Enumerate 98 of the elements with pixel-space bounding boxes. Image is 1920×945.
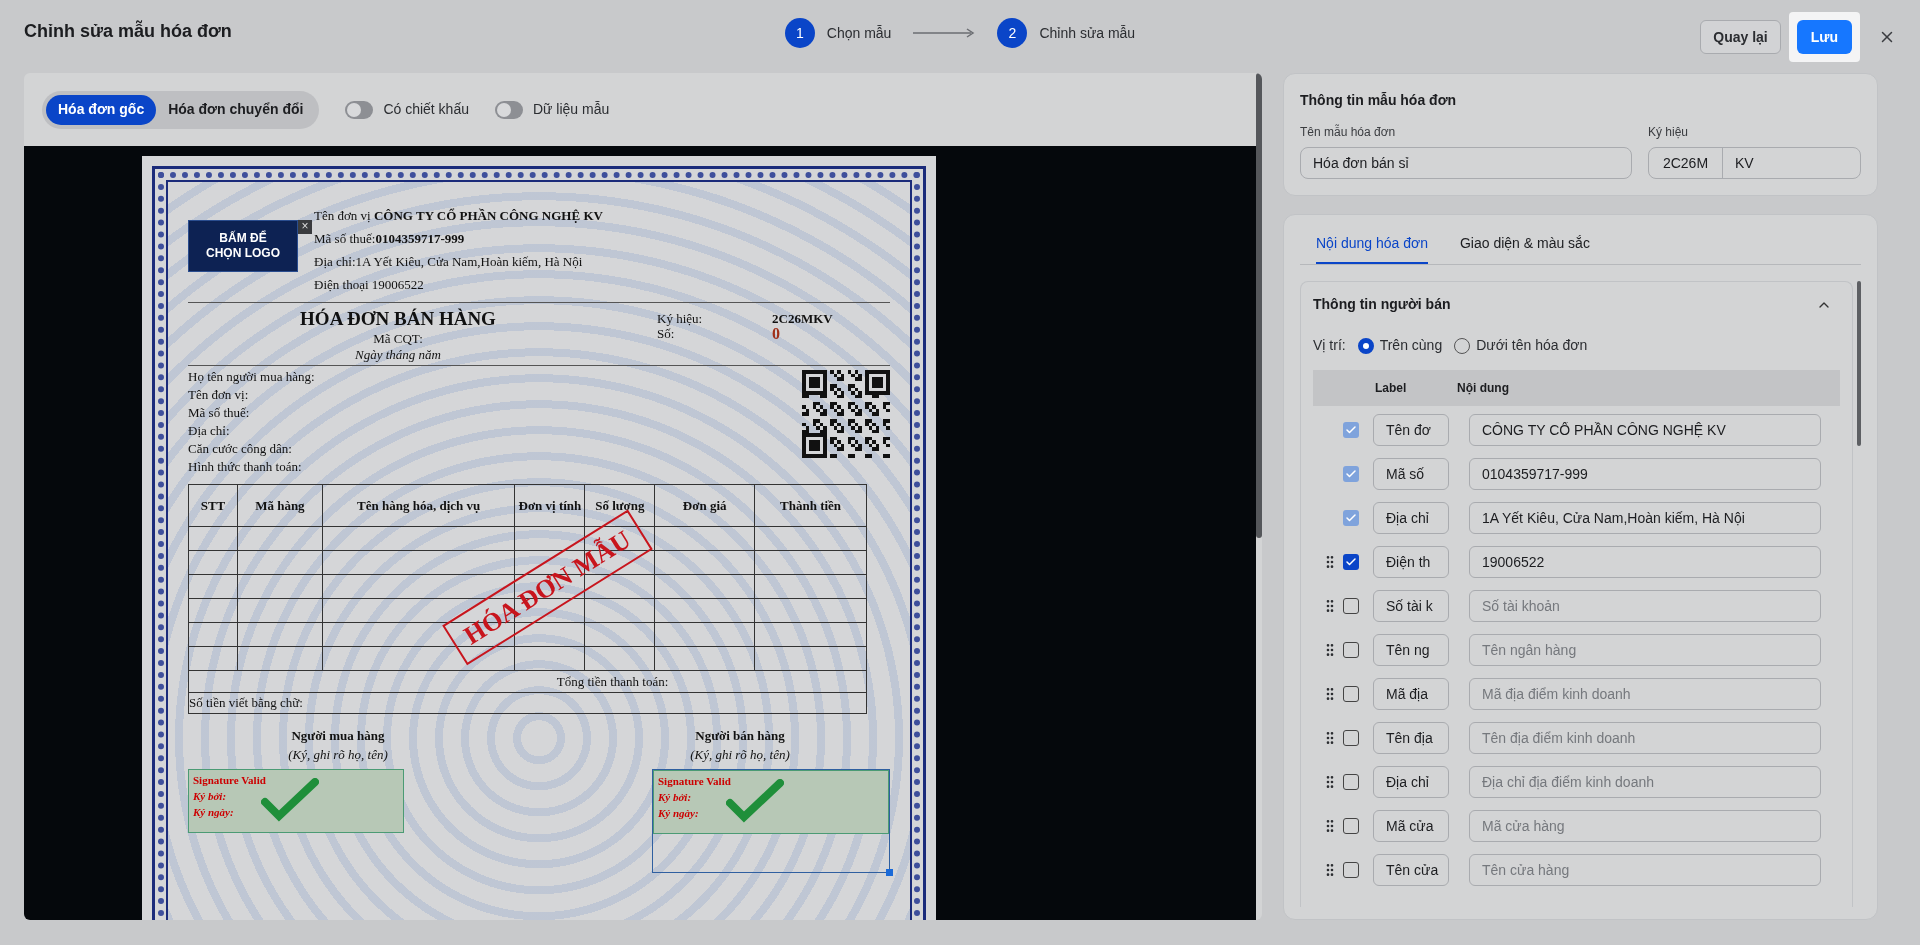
- checkbox[interactable]: [1343, 862, 1359, 878]
- buyer-info-line: Tên đơn vị:: [188, 386, 249, 404]
- symbol-value: 2C26MKV: [772, 311, 833, 326]
- checkbox[interactable]: [1343, 554, 1359, 570]
- content-field[interactable]: Tên địa điểm kinh doanh: [1469, 722, 1821, 754]
- checkbox[interactable]: [1343, 598, 1359, 614]
- checkmark-icon: [1345, 468, 1357, 480]
- toggle-label: Dữ liệu mẫu: [533, 100, 610, 119]
- checkbox[interactable]: [1343, 818, 1359, 834]
- label-field[interactable]: Số tài k: [1373, 590, 1449, 622]
- content-field[interactable]: Tên ngân hàng: [1469, 634, 1821, 666]
- tab[interactable]: Hóa đơn gốc: [46, 94, 157, 125]
- buyer-info-line: Mã số thuế:: [188, 404, 250, 422]
- column-header: Số lượng: [584, 484, 655, 527]
- toggle-label: Có chiết khấu: [383, 100, 469, 119]
- checkmark-icon: [1345, 424, 1357, 436]
- number-label: Số:: [657, 326, 676, 341]
- toggle-switch[interactable]: [495, 100, 523, 119]
- field-label: Ký hiệu: [1648, 124, 1689, 141]
- step-number: 1: [784, 18, 815, 48]
- column-header: Đơn vị tính: [514, 484, 585, 527]
- template-name-field[interactable]: Hóa đơn bán sỉ: [1300, 147, 1632, 179]
- signature-status: Signature Valid: [658, 773, 731, 789]
- checkbox[interactable]: [1343, 686, 1359, 702]
- total-label: Tổng tiền thanh toán:: [556, 673, 669, 689]
- label-field[interactable]: Tên ng: [1373, 634, 1449, 666]
- column-header: Label: [1375, 380, 1408, 397]
- signature-note: (Ký, ghi rõ họ, tên): [690, 746, 790, 764]
- amount-in-words-label: Số tiền viết bằng chữ:: [189, 695, 303, 710]
- column-header: Mã hàng: [237, 484, 323, 527]
- checkbox[interactable]: [1343, 642, 1359, 658]
- symbol-suffix: KV: [1734, 153, 1755, 173]
- position-label: Vị trí:: [1313, 336, 1346, 355]
- content-field[interactable]: Mã địa điểm kinh doanh: [1469, 678, 1821, 710]
- symbol-field[interactable]: 2C26M KV: [1648, 147, 1861, 179]
- tab[interactable]: Nội dung hóa đơn: [1316, 233, 1428, 264]
- symbol-prefix: 2C26M: [1649, 148, 1723, 178]
- checkbox[interactable]: [1343, 774, 1359, 790]
- signature-title: Người mua hàng: [291, 726, 385, 745]
- label-field[interactable]: Tên cửa: [1373, 854, 1449, 886]
- step-label: Chọn mẫu: [826, 23, 892, 43]
- seller-info-line: Tên đơn vị CÔNG TY CỔ PHẦN CÔNG NGHỆ KV: [314, 207, 603, 225]
- buyer-info-line: Hình thức thanh toán:: [188, 458, 302, 476]
- symbol-label: Ký hiệu:: [657, 311, 704, 326]
- signed-by-label: Ký bởi:: [193, 788, 227, 804]
- resize-handle[interactable]: [886, 868, 893, 876]
- step-label: Chỉnh sửa mẫu: [1039, 23, 1136, 43]
- radio-option[interactable]: Dưới tên hóa đơn: [1454, 335, 1588, 356]
- content-field[interactable]: Tên cửa hàng: [1469, 854, 1821, 886]
- label-field[interactable]: Tên địa: [1373, 722, 1449, 754]
- content-field[interactable]: 19006522: [1469, 546, 1821, 578]
- checkmark-icon: [1345, 556, 1357, 568]
- signature-note: (Ký, ghi rõ họ, tên): [288, 746, 388, 764]
- section-title: Thông tin người bán: [1313, 295, 1451, 314]
- label-field[interactable]: Địa chỉ: [1373, 766, 1449, 798]
- signed-date-label: Ký ngày:: [193, 804, 234, 820]
- checkbox[interactable]: [1343, 730, 1359, 746]
- page-title: Chỉnh sửa mẫu hóa đơn: [24, 19, 232, 43]
- field-label: Tên mẫu hóa đơn: [1300, 123, 1396, 141]
- content-field[interactable]: Địa chỉ địa điểm kinh doanh: [1469, 766, 1821, 798]
- card-title: Thông tin mẫu hóa đơn: [1300, 91, 1457, 110]
- radio-button[interactable]: [1357, 337, 1374, 354]
- buyer-info-line: Họ tên người mua hàng:: [188, 368, 315, 386]
- column-header: Tên hàng hóa, dịch vụ: [322, 484, 515, 527]
- tab[interactable]: Giao diện & màu sắc: [1459, 233, 1590, 264]
- label-field[interactable]: Mã địa: [1373, 678, 1449, 710]
- logo-placeholder[interactable]: BẤM ĐỂ CHỌN LOGO: [188, 220, 298, 272]
- buyer-info-line: Căn cước công dân:: [188, 440, 292, 458]
- invoice-title: HÓA ĐƠN BÁN HÀNG: [300, 307, 496, 331]
- checkmark-icon: [1345, 512, 1357, 524]
- number-value: 0: [772, 326, 781, 341]
- invoice-date: Ngày tháng năm: [355, 346, 441, 364]
- column-header: Thành tiền: [754, 484, 867, 527]
- column-header: STT: [188, 484, 238, 527]
- buyer-info-line: Địa chỉ:: [188, 422, 230, 440]
- back-button[interactable]: Quay lại: [1700, 20, 1781, 54]
- cqt-label: Mã CQT:: [373, 331, 423, 346]
- seller-info-line: Điện thoại 19006522: [314, 276, 424, 294]
- content-field[interactable]: Số tài khoản: [1469, 590, 1821, 622]
- step-number: 2: [997, 18, 1028, 48]
- signed-date-label: Ký ngày:: [658, 805, 699, 821]
- column-header: Đơn giá: [654, 484, 755, 527]
- logo-remove-button[interactable]: ×: [298, 220, 312, 234]
- seller-info-line: Địa chỉ:1A Yết Kiêu, Cửa Nam,Hoàn kiếm, Hà Nội: [314, 253, 583, 271]
- arrow-icon: [913, 28, 976, 38]
- seller-info-line: Mã số thuế:0104359717-999: [314, 230, 465, 248]
- content-field[interactable]: Mã cửa hàng: [1469, 810, 1821, 842]
- signed-by-label: Ký bởi:: [658, 789, 692, 805]
- toggle-switch[interactable]: [345, 100, 374, 119]
- tab[interactable]: Hóa đơn chuyển đổi: [156, 94, 316, 125]
- label-field[interactable]: Mã cửa: [1373, 810, 1449, 842]
- logo-text: BẤM ĐỂ CHỌN LOGO: [205, 231, 281, 261]
- radio-option[interactable]: Trên cùng: [1357, 335, 1443, 356]
- column-header: Nội dung: [1457, 380, 1509, 397]
- save-button[interactable]: Lưu: [1796, 20, 1852, 54]
- signature-status: Signature Valid: [193, 772, 266, 788]
- label-field[interactable]: Điện th: [1373, 546, 1449, 578]
- signature-title: Người bán hàng: [695, 726, 785, 745]
